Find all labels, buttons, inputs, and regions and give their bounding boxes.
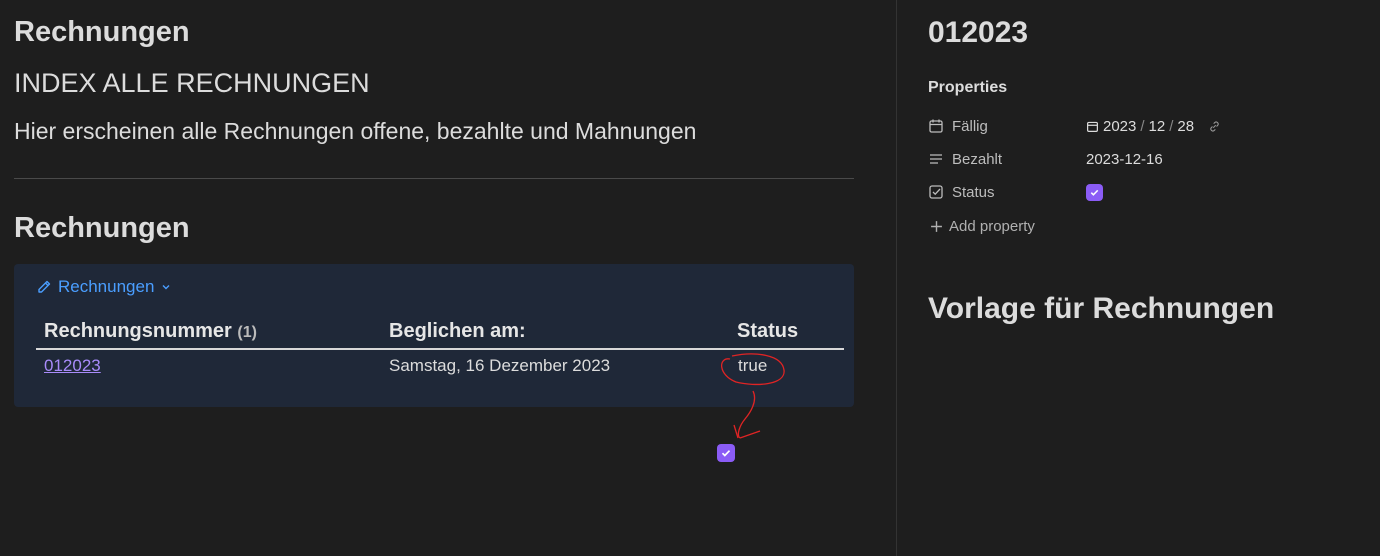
horizontal-rule <box>14 178 854 179</box>
base-table-view: Rechnungen Rechnungsnummer (1) Beglichen… <box>14 264 854 407</box>
date-value[interactable]: 2023 / 12 / 28 <box>1086 118 1221 135</box>
note-editor-pane: Rechnungen INDEX ALLE RECHNUNGEN Hier er… <box>0 0 896 556</box>
property-row-status: Status <box>928 180 1368 204</box>
property-value-bezahlt[interactable]: 2023-12-16 <box>1086 151 1163 168</box>
page-heading-rechnungen: Rechnungen <box>14 16 190 48</box>
date-day: 28 <box>1177 117 1195 135</box>
intro-text: Hier erscheinen alle Rechnungen offene, … <box>14 118 697 144</box>
property-key-faellig[interactable]: Fällig <box>928 118 1086 135</box>
property-key-bezahlt[interactable]: Bezahlt <box>928 151 1086 168</box>
view-switcher-button[interactable]: Rechnungen <box>36 277 172 297</box>
row-status-value: true <box>738 356 768 375</box>
link-icon[interactable] <box>1208 120 1221 133</box>
column-header-label: Rechnungsnummer <box>44 320 232 342</box>
property-row-faellig: Fällig 2023 / 12 / 28 <box>928 114 1368 138</box>
section-heading-rechnungen: Rechnungen <box>14 212 190 244</box>
text-lines-icon <box>930 154 942 164</box>
pencil-icon <box>36 279 52 295</box>
property-row-bezahlt: Bezahlt 2023-12-16 <box>928 147 1368 171</box>
property-key-label: Fällig <box>952 117 988 135</box>
date-separator: / <box>1140 117 1145 135</box>
column-count: (1) <box>237 324 257 341</box>
row-invoice-number-link[interactable]: 012023 <box>44 356 101 376</box>
add-property-button[interactable]: Add property <box>930 218 1035 235</box>
status-checkbox-checked[interactable] <box>717 444 735 462</box>
checkbox-icon <box>929 185 943 199</box>
note-title[interactable]: 012023 <box>928 16 1028 50</box>
plus-icon <box>931 221 942 232</box>
calendar-icon <box>929 119 943 133</box>
column-header-beglichen-am[interactable]: Beglichen am: <box>389 320 526 343</box>
property-key-status[interactable]: Status <box>928 184 1086 201</box>
row-paid-on-date: Samstag, 16 Dezember 2023 <box>389 356 611 375</box>
view-name-label: Rechnungen <box>58 277 155 296</box>
date-month: 12 <box>1148 117 1166 135</box>
column-header-rechnungsnummer[interactable]: Rechnungsnummer (1) <box>44 320 257 343</box>
table-header-divider <box>36 348 844 350</box>
properties-pane: 012023 Properties Fällig 2023 / 12 / 28 … <box>896 0 1380 556</box>
chevron-down-icon <box>160 281 172 293</box>
checkmark-icon <box>721 450 731 457</box>
status-property-checkbox[interactable] <box>1086 183 1103 201</box>
property-key-label: Bezahlt <box>952 150 1003 168</box>
date-year: 2023 <box>1103 117 1137 135</box>
calendar-small-icon <box>1087 121 1098 132</box>
properties-heading[interactable]: Properties <box>928 79 1007 97</box>
date-separator: / <box>1169 117 1174 135</box>
template-heading: Vorlage für Rechnungen <box>928 292 1275 325</box>
add-property-label: Add property <box>949 218 1035 235</box>
column-header-status[interactable]: Status <box>737 320 798 343</box>
checkmark-icon <box>1090 189 1099 196</box>
index-heading: INDEX ALLE RECHNUNGEN <box>14 68 370 98</box>
property-key-label: Status <box>952 183 995 201</box>
